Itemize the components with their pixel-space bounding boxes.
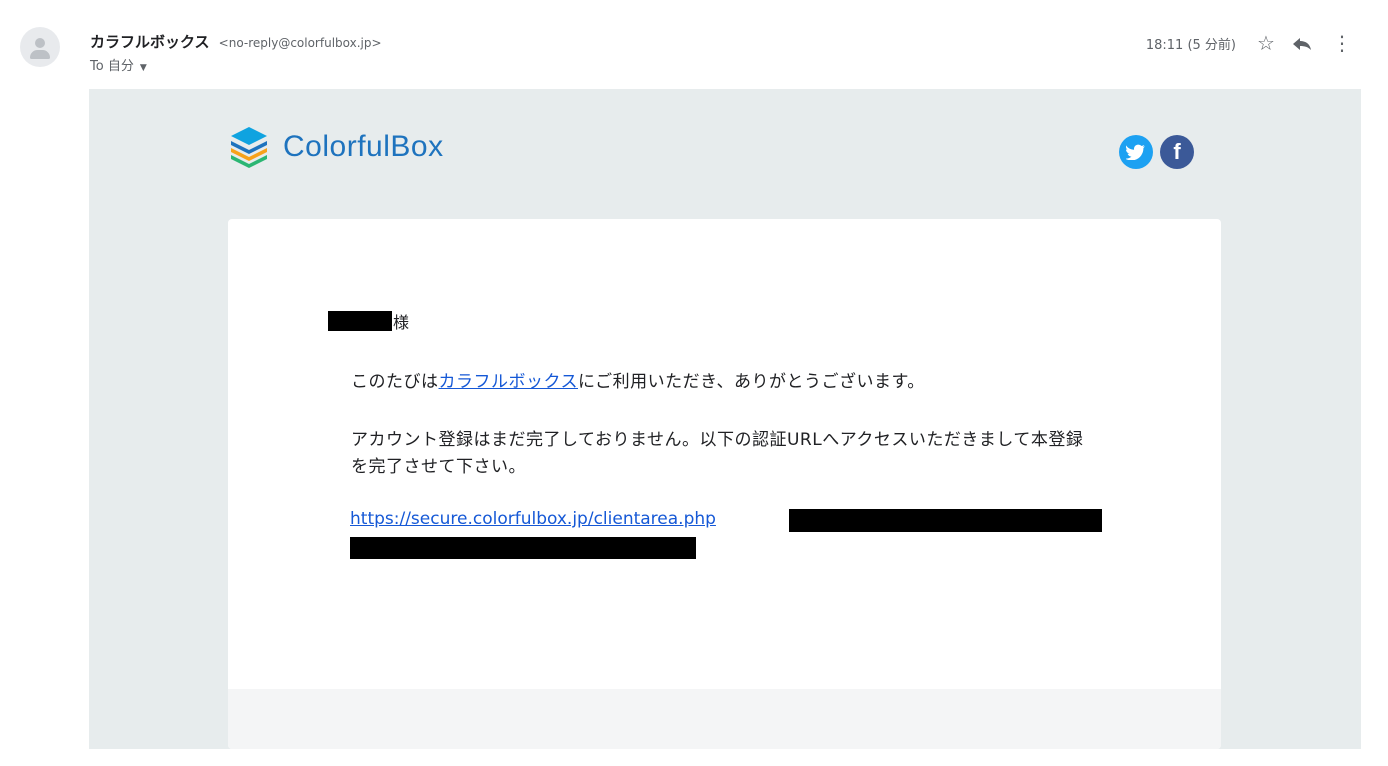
- brand-header: ColorfulBox: [227, 125, 444, 169]
- instruction-paragraph: アカウント登録はまだ完了しておりません。以下の認証URLへアクセスいただきまして…: [351, 430, 1084, 477]
- star-icon[interactable]: ☆: [1250, 29, 1282, 57]
- colorfulbox-link[interactable]: カラフルボックス: [439, 372, 579, 392]
- recipient-dropdown[interactable]: To 自分 ▼: [90, 55, 147, 74]
- greeting: 様: [328, 309, 409, 333]
- colorfulbox-logo-icon: [231, 127, 267, 168]
- facebook-icon[interactable]: f: [1160, 135, 1194, 169]
- email-content: ColorfulBox f 様 このたびはカラフルボックスにご利用いただき、あり…: [89, 89, 1361, 749]
- sender-email: <no-reply@colorfulbox.jp>: [218, 36, 382, 50]
- sender-name[interactable]: カラフルボックス: [90, 33, 210, 51]
- redacted-url-part: [350, 537, 696, 559]
- person-icon: [35, 38, 45, 48]
- more-vert-icon[interactable]: ⋮: [1326, 29, 1358, 57]
- greeting-suffix: 様: [393, 313, 410, 332]
- reply-icon[interactable]: [1286, 29, 1318, 57]
- sender-info: カラフルボックス <no-reply@colorfulbox.jp>: [90, 31, 382, 52]
- brand-name: ColorfulBox: [283, 130, 444, 163]
- sender-avatar: [20, 27, 60, 67]
- verification-url-link[interactable]: https://secure.colorfulbox.jp/clientarea…: [350, 509, 716, 529]
- message-meta: 18:11 (5 分前) ☆ ⋮: [1146, 29, 1358, 57]
- redacted-name: [328, 311, 392, 331]
- card-footer: [228, 689, 1221, 749]
- recipient-label: To 自分: [90, 59, 134, 74]
- message-card: 様 このたびはカラフルボックスにご利用いただき、ありがとうございます。 アカウン…: [228, 219, 1221, 749]
- twitter-icon[interactable]: [1119, 135, 1153, 169]
- thanks-paragraph: このたびはカラフルボックスにご利用いただき、ありがとうございます。: [351, 372, 925, 392]
- redacted-url-part: [789, 509, 1102, 532]
- social-links: f: [1119, 135, 1201, 169]
- timestamp: 18:11 (5 分前): [1145, 37, 1236, 53]
- chevron-down-icon[interactable]: ▼: [140, 63, 147, 73]
